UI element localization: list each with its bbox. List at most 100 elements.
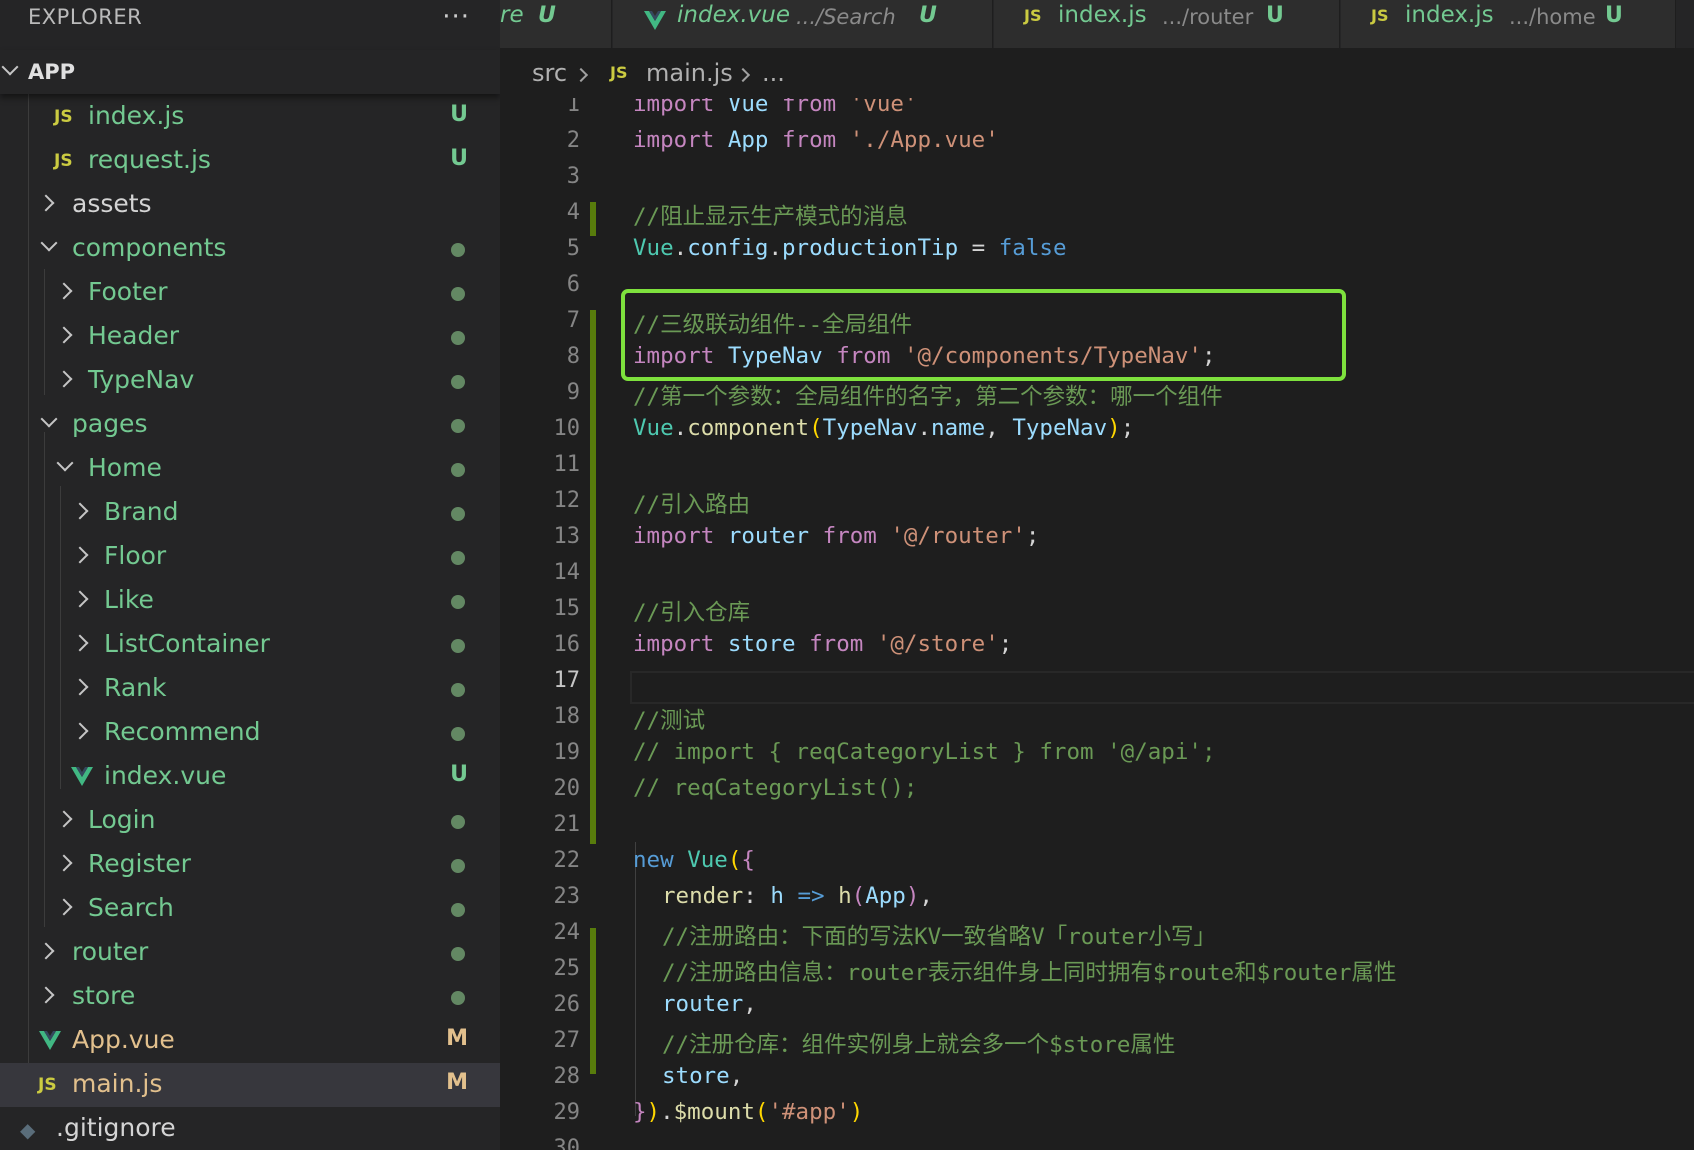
folder-item-router[interactable]: router <box>0 931 500 975</box>
tab-router-index-js[interactable]: JS index.js .../router U <box>994 0 1340 48</box>
chevron-right-icon <box>71 546 89 564</box>
folder-item-home[interactable]: Home <box>0 447 500 491</box>
file-item-main-js[interactable]: JS main.js M <box>0 1063 500 1107</box>
file-item-gitignore[interactable]: ◆ .gitignore <box>0 1107 500 1150</box>
line-number: 4 <box>566 200 580 225</box>
folder-item-components[interactable]: components <box>0 227 500 271</box>
vue-file-icon <box>71 767 93 786</box>
code-line-23: render: h => h(App), <box>662 883 933 909</box>
file-label: .gitignore <box>56 1113 176 1142</box>
explorer-header: EXPLORER ··· <box>0 0 500 34</box>
folder-item-listcontainer[interactable]: ListContainer <box>0 623 500 667</box>
git-status-badge: M <box>446 1070 468 1095</box>
folder-label: store <box>72 981 136 1010</box>
tab-label: index.js <box>1405 2 1494 28</box>
folder-item-footer[interactable]: Footer <box>0 271 500 315</box>
tab-home-index-js[interactable]: JS index.js .../home U <box>1341 0 1676 48</box>
code-line-27: //注册仓库：组件实例身上就会多一个$store属性 <box>662 1032 1176 1058</box>
file-item-app-vue[interactable]: App.vue M <box>0 1019 500 1063</box>
chevron-right-icon <box>55 854 73 872</box>
line-number: 10 <box>553 416 581 441</box>
chevron-right-icon <box>37 986 55 1004</box>
tab-path: .../home <box>1509 5 1596 29</box>
line-number: 25 <box>553 956 581 981</box>
code-line-13: import router from '@/router'; <box>633 523 1040 549</box>
folder-item-rank[interactable]: Rank <box>0 667 500 711</box>
tab-label: index.js <box>1058 2 1147 28</box>
git-modified-dot <box>451 375 465 389</box>
chevron-right-icon <box>55 282 73 300</box>
js-file-icon: JS <box>54 107 73 127</box>
folder-item-store[interactable]: store <box>0 975 500 1019</box>
line-number: 12 <box>553 488 581 513</box>
explorer-sidebar: EXPLORER ··· APP JS index.js U JS reques… <box>0 0 500 1150</box>
file-item-index-vue[interactable]: index.vue U <box>0 755 500 799</box>
breadcrumb-folder[interactable]: src <box>532 59 567 87</box>
folder-item-search[interactable]: Search <box>0 887 500 931</box>
folder-item-pages[interactable]: pages <box>0 403 500 447</box>
folder-item-like[interactable]: Like <box>0 579 500 623</box>
folder-label: ListContainer <box>104 629 270 658</box>
git-modified-dot <box>451 507 465 521</box>
line-number: 16 <box>553 632 581 657</box>
code-line-22: new Vue({ <box>633 847 755 873</box>
folder-label: TypeNav <box>88 365 195 394</box>
line-number: 24 <box>553 920 581 945</box>
folder-item-floor[interactable]: Floor <box>0 535 500 579</box>
code-line-28: store, <box>662 1063 744 1089</box>
chevron-right-icon <box>37 942 55 960</box>
git-modified-dot <box>451 859 465 873</box>
line-number: 20 <box>553 776 581 801</box>
js-file-icon: JS <box>1371 6 1389 25</box>
code-line-26: router, <box>662 991 757 1017</box>
chevron-right-icon <box>71 678 89 696</box>
git-file-icon: ◆ <box>20 1118 36 1142</box>
folder-item-brand[interactable]: Brand <box>0 491 500 535</box>
tab-search-index-vue[interactable]: index.vue .../Search U <box>613 0 993 48</box>
line-number: 13 <box>553 524 581 549</box>
file-label: index.js <box>88 101 185 130</box>
line-number: 27 <box>553 1028 581 1053</box>
breadcrumb-file[interactable]: main.js <box>646 59 733 87</box>
folder-label: Footer <box>88 277 168 306</box>
vue-file-icon <box>644 11 666 30</box>
chevron-down-icon <box>40 234 58 252</box>
folder-label: Brand <box>104 497 179 526</box>
file-item-request-js[interactable]: JS request.js U <box>0 139 500 183</box>
code-line-10: Vue.component(TypeNav.name, TypeNav); <box>633 415 1135 441</box>
folder-item-register[interactable]: Register <box>0 843 500 887</box>
file-label: index.vue <box>104 761 227 790</box>
line-number: 30 <box>553 1136 581 1150</box>
chevron-right-icon <box>71 634 89 652</box>
editor-tab-bar: re U index.vue .../Search U JS index.js … <box>500 0 1694 48</box>
git-modified-dot <box>451 727 465 741</box>
code-line-1: import Vue from 'vue' <box>633 98 918 117</box>
explorer-title: EXPLORER <box>28 5 143 29</box>
js-file-icon: JS <box>1024 6 1042 25</box>
code-line-18: //测试 <box>633 708 706 734</box>
code-editor[interactable]: 1 2 3 4 5 6 7 8 9 10 11 12 13 14 15 16 1… <box>500 98 1694 1150</box>
breadcrumb: src JS main.js ... <box>500 48 1694 98</box>
chevron-right-icon <box>55 898 73 916</box>
folder-item-header[interactable]: Header <box>0 315 500 359</box>
git-added-bar <box>590 310 596 844</box>
folder-item-login[interactable]: Login <box>0 799 500 843</box>
breadcrumb-more[interactable]: ... <box>762 59 785 87</box>
folder-label: Floor <box>104 541 167 570</box>
line-number: 3 <box>566 164 580 189</box>
tab-store-index[interactable]: re U <box>500 0 612 48</box>
folder-item-recommend[interactable]: Recommend <box>0 711 500 755</box>
code-line-9: //第一个参数：全局组件的名字，第二个参数：哪一个组件 <box>633 384 1223 410</box>
line-number: 8 <box>566 344 580 369</box>
folder-label: pages <box>72 409 148 438</box>
folder-item-assets[interactable]: assets <box>0 183 500 227</box>
folder-item-typenav[interactable]: TypeNav <box>0 359 500 403</box>
more-actions-icon[interactable]: ··· <box>442 2 470 32</box>
chevron-right-icon <box>71 502 89 520</box>
tab-git-badge: U <box>1605 3 1623 28</box>
line-number: 1 <box>566 98 580 117</box>
explorer-root-folder[interactable]: APP <box>0 50 500 94</box>
file-item-index-js[interactable]: JS index.js U <box>0 95 500 139</box>
tab-git-badge: U <box>919 3 937 28</box>
folder-label: Like <box>104 585 154 614</box>
